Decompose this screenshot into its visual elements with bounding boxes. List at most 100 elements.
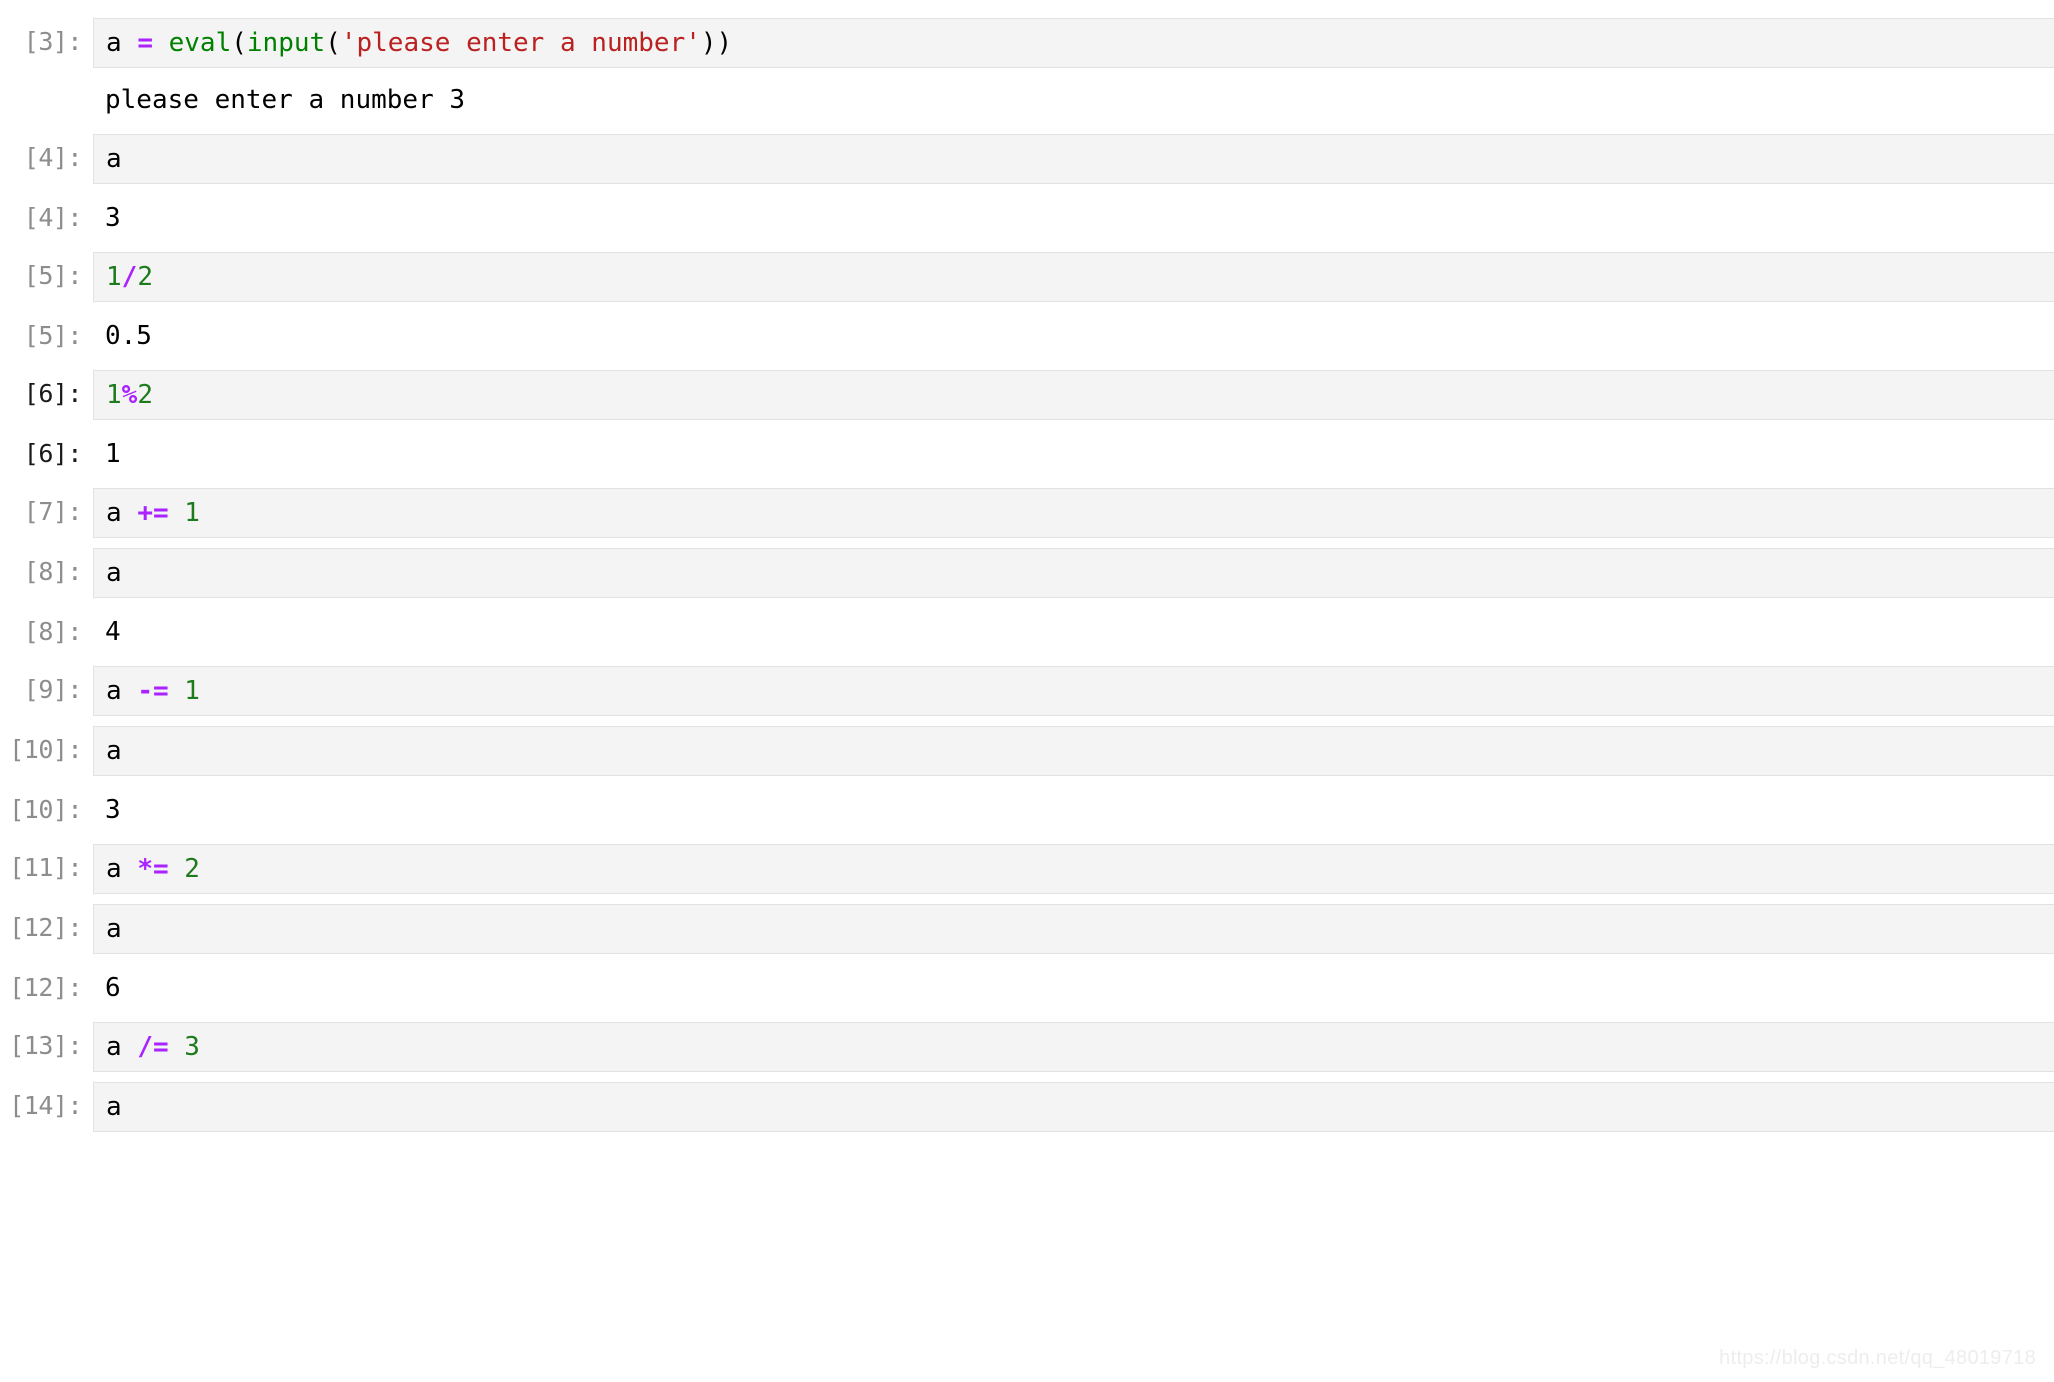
source-code-line: a	[106, 733, 2054, 769]
output-prompt-label: [12]:	[9, 973, 82, 1002]
code-editor-area[interactable]: a /= 3	[93, 1022, 2054, 1072]
code-token: 1	[106, 380, 122, 410]
output-text: 4	[105, 617, 121, 647]
input-prompt-label: [10]:	[9, 735, 82, 764]
code-token: a	[106, 1032, 138, 1062]
code-token: a	[106, 854, 138, 884]
code-token: 1	[184, 498, 200, 528]
code-editor-area[interactable]: a *= 2	[93, 844, 2054, 894]
output-prompt-label: [8]:	[23, 617, 83, 646]
execute-result-area: 3	[93, 194, 2054, 242]
source-code-line: a -= 1	[106, 673, 2054, 709]
code-token: 2	[184, 854, 200, 884]
output-text: 0.5	[105, 321, 152, 351]
input-prompt-label: [5]:	[23, 261, 83, 290]
output-cell: [12]: 6	[0, 964, 2054, 1012]
output-cell: [6]: 1	[0, 430, 2054, 478]
input-prompt-label: [3]:	[23, 27, 83, 56]
input-prompt-label: [8]:	[23, 557, 83, 586]
output-text: please enter a number 3	[105, 85, 466, 115]
code-token: 1	[106, 262, 122, 292]
code-cell[interactable]: [4]: a	[0, 134, 2054, 184]
source-code-line: a	[106, 141, 2054, 177]
input-prompt-label: [14]:	[9, 1091, 82, 1120]
output-text: 3	[105, 795, 121, 825]
code-token: a	[106, 914, 122, 944]
code-editor-area[interactable]: 1%2	[93, 370, 2054, 420]
output-prompt-label: [6]:	[23, 439, 83, 468]
source-code-line: a	[106, 911, 2054, 947]
code-token: input	[246, 28, 326, 58]
source-code-line: 1/2	[106, 259, 2054, 295]
input-prompt-label: [4]:	[23, 143, 83, 172]
code-editor-area[interactable]: a	[93, 726, 2054, 776]
code-token: =	[137, 28, 153, 58]
code-editor-area[interactable]: a	[93, 1082, 2054, 1132]
input-prompt-label: [12]:	[9, 913, 82, 942]
code-cell[interactable]: [11]: a *= 2	[0, 844, 2054, 894]
notebook-container: [3]: a = eval(input('please enter a numbe…	[0, 0, 2054, 1132]
input-prompt-label: [9]:	[23, 675, 83, 704]
code-token: %	[121, 380, 138, 410]
output-cell: [4]: 3	[0, 194, 2054, 242]
execute-result-area: 1	[93, 430, 2054, 478]
code-token: (	[325, 28, 341, 58]
code-token: a	[106, 1092, 122, 1122]
code-token: *=	[137, 854, 169, 884]
code-token: a	[106, 28, 138, 58]
input-prompt-label: [6]:	[23, 379, 83, 408]
execute-result-area: 6	[93, 964, 2054, 1012]
code-token: a	[106, 736, 122, 766]
source-code-line: 1%2	[106, 377, 2054, 413]
input-prompt-label: [7]:	[23, 497, 83, 526]
output-text: 6	[105, 973, 121, 1003]
code-token: +=	[137, 498, 169, 528]
code-cell[interactable]: [14]: a	[0, 1082, 2054, 1132]
input-prompt-label: [13]:	[9, 1031, 82, 1060]
code-token: 2	[137, 262, 153, 292]
code-token: a	[106, 144, 122, 174]
execute-result-area: 4	[93, 608, 2054, 656]
code-cell[interactable]: [3]: a = eval(input('please enter a numbe…	[0, 18, 2054, 68]
code-token: eval	[168, 28, 232, 58]
source-code-line: a = eval(input('please enter a number'))	[106, 25, 2054, 61]
code-cell[interactable]: [9]: a -= 1	[0, 666, 2054, 716]
code-token: 1	[184, 676, 200, 706]
code-token: 'please enter a number'	[340, 28, 701, 58]
code-cell[interactable]: [8]: a	[0, 548, 2054, 598]
code-editor-area[interactable]: a -= 1	[93, 666, 2054, 716]
output-cell: [10]: 3	[0, 786, 2054, 834]
code-editor-area[interactable]: a = eval(input('please enter a number'))	[93, 18, 2054, 68]
source-code-line: a	[106, 1089, 2054, 1125]
code-editor-area[interactable]: 1/2	[93, 252, 2054, 302]
output-prompt-label: [4]:	[23, 203, 83, 232]
csdn-watermark: https://blog.csdn.net/qq_48019718	[1719, 1347, 2036, 1369]
code-token: 2	[137, 380, 153, 410]
stream-text-area: please enter a number 3	[93, 76, 2054, 124]
code-editor-area[interactable]: a += 1	[93, 488, 2054, 538]
output-prompt-label: [10]:	[9, 795, 82, 824]
code-token: -=	[137, 676, 169, 706]
code-cell[interactable]: [12]: a	[0, 904, 2054, 954]
code-cell[interactable]: [6]: 1%2	[0, 370, 2054, 420]
code-editor-area[interactable]: a	[93, 548, 2054, 598]
code-token: /	[121, 262, 138, 292]
code-cell[interactable]: [13]: a /= 3	[0, 1022, 2054, 1072]
code-cell[interactable]: [5]: 1/2	[0, 252, 2054, 302]
code-cell[interactable]: [7]: a += 1	[0, 488, 2054, 538]
source-code-line: a	[106, 555, 2054, 591]
code-editor-area[interactable]: a	[93, 904, 2054, 954]
code-token: a	[106, 498, 138, 528]
stream-output-cell: please enter a number 3	[0, 76, 2054, 124]
code-token: /=	[137, 1032, 169, 1062]
code-cell[interactable]: [10]: a	[0, 726, 2054, 776]
code-token: (	[231, 28, 247, 58]
output-prompt-label: [5]:	[23, 321, 83, 350]
output-cell: [8]: 4	[0, 608, 2054, 656]
code-editor-area[interactable]: a	[93, 134, 2054, 184]
